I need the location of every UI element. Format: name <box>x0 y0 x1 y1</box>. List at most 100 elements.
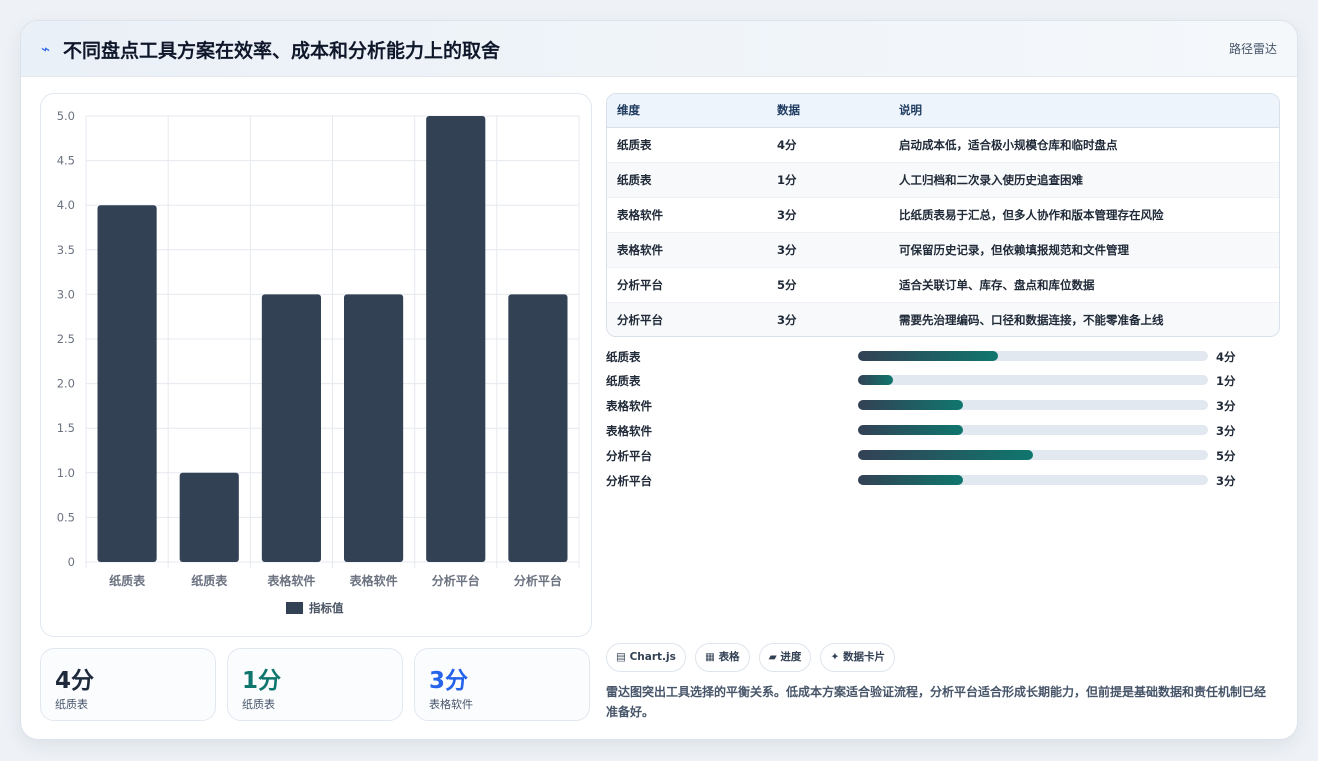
progress-label: 纸质表 <box>606 350 641 364</box>
cell-data: 3分 <box>767 232 889 268</box>
kpi-value: 4分 <box>55 668 95 694</box>
x-tick-label: 分析平台 <box>432 573 480 588</box>
progress-row: 分析平台 5分 <box>606 445 1246 465</box>
legend-label: 指标值 <box>309 601 344 615</box>
progress-track <box>858 400 1208 410</box>
progress-row: 纸质表 1分 <box>606 370 1246 390</box>
cell-description: 比纸质表易于汇总，但多人协作和版本管理存在风险 <box>889 197 1279 233</box>
progress-value: 3分 <box>1216 399 1236 413</box>
progress-value: 3分 <box>1216 424 1236 438</box>
cell-dimension: 表格软件 <box>607 197 767 233</box>
chip-data-card[interactable]: ✦ 数据卡片 <box>820 643 895 672</box>
bar <box>179 472 239 562</box>
cell-description: 启动成本低，适合极小规模仓库和临时盘点 <box>889 127 1279 163</box>
progress-fill <box>858 475 963 485</box>
progress-row: 纸质表 4分 <box>606 346 1246 366</box>
progress-track <box>858 425 1208 435</box>
table-row: 纸质表 4分 启动成本低，适合极小规模仓库和临时盘点 <box>607 127 1279 163</box>
summary-note: 雷达图突出工具选择的平衡关系。低成本方案适合验证流程，分析平台适合形成长期能力，… <box>606 685 1267 719</box>
table-row: 分析平台 5分 适合关联订单、库存、盘点和库位数据 <box>607 267 1279 303</box>
cell-data: 5分 <box>767 267 889 303</box>
cell-data: 1分 <box>767 162 889 198</box>
chip-label: Chart.js <box>629 651 676 663</box>
progress-track <box>858 475 1208 485</box>
progress-label: 分析平台 <box>606 474 652 488</box>
x-tick-label: 表格软件 <box>266 573 315 588</box>
chip-label: 数据卡片 <box>842 651 885 663</box>
progress-value: 1分 <box>1216 374 1236 388</box>
progress-value: 3分 <box>1216 474 1236 488</box>
chip-chartjs[interactable]: ▤ Chart.js <box>606 643 686 672</box>
kpi-label: 纸质表 <box>242 698 275 711</box>
page-title: 不同盘点工具方案在效率、成本和分析能力上的取舍 <box>63 40 501 62</box>
y-tick-label: 2.5 <box>57 332 75 346</box>
cell-dimension: 分析平台 <box>607 267 767 303</box>
kpi-value: 1分 <box>242 668 282 694</box>
column-header: 维度 <box>607 94 767 128</box>
kpi-value: 3分 <box>429 668 469 694</box>
header: ⌁ 不同盘点工具方案在效率、成本和分析能力上的取舍 路径雷达 <box>21 21 1297 77</box>
chip-table[interactable]: ▦ 表格 <box>694 643 750 672</box>
data-table-panel: 维度 数据 说明 纸质表 4分 启动成本低，适合极小规模仓库和临时盘点 纸质表 … <box>606 93 1280 337</box>
progress-label: 纸质表 <box>606 374 641 388</box>
y-tick-label: 3.5 <box>57 243 75 257</box>
chip-label: 表格 <box>718 651 740 663</box>
table-row: 分析平台 3分 需要先治理编码、口径和数据连接，不能零准备上线 <box>607 302 1279 336</box>
cell-data: 4分 <box>767 127 889 163</box>
progress-track <box>858 375 1208 385</box>
bar <box>344 294 404 562</box>
progress-row: 表格软件 3分 <box>606 395 1246 415</box>
table-icon: ▦ <box>704 651 715 663</box>
progress-track <box>858 450 1208 460</box>
sparkle-icon: ✦ <box>830 651 840 663</box>
y-tick-label: 5.0 <box>57 109 75 123</box>
progress-value: 5分 <box>1216 449 1236 463</box>
cell-data: 3分 <box>767 197 889 233</box>
progress-label: 分析平台 <box>606 449 652 463</box>
cell-dimension: 分析平台 <box>617 312 663 327</box>
kpi-card-2: 1分 纸质表 <box>227 648 403 721</box>
table-row: 表格软件 3分 可保留历史记录，但依赖填报规范和文件管理 <box>607 232 1279 268</box>
cell-dimension: 纸质表 <box>607 162 767 198</box>
progress-fill <box>858 375 893 385</box>
bar <box>261 294 321 562</box>
header-tag: 路径雷达 <box>1228 42 1277 56</box>
x-tick-label: 表格软件 <box>349 573 398 588</box>
cell-description: 可保留历史记录，但依赖填报规范和文件管理 <box>889 232 1279 268</box>
y-tick-label: 3.0 <box>57 287 75 301</box>
table-row: 表格软件 3分 比纸质表易于汇总，但多人协作和版本管理存在风险 <box>607 197 1279 233</box>
bar <box>426 116 486 562</box>
progress-fill <box>858 400 963 410</box>
y-tick-label: 1.0 <box>57 466 75 480</box>
x-tick-label: 纸质表 <box>109 573 146 588</box>
cell-dimension: 表格软件 <box>607 232 767 268</box>
x-tick-label: 分析平台 <box>514 573 562 588</box>
y-tick-label: 1.5 <box>57 421 75 435</box>
cell-description: 人工归档和二次录入使历史追查困难 <box>889 162 1279 198</box>
table-row: 纸质表 1分 人工归档和二次录入使历史追查困难 <box>607 162 1279 198</box>
bar-chart: 0 0.5 1.0 1.5 2.0 2.5 3.0 3.5 4.0 4.5 5.0 纸质表 纸质表 表格软… <box>57 109 580 615</box>
kpi-card-1: 4分 纸质表 <box>40 648 216 721</box>
progress-label: 表格软件 <box>606 424 652 438</box>
bar <box>97 205 157 562</box>
progress-row: 分析平台 3分 <box>606 470 1246 490</box>
progress-fill <box>858 450 1033 460</box>
cell-data: 3分 <box>777 312 797 327</box>
cell-dimension: 纸质表 <box>607 127 767 163</box>
chart-icon: ▤ <box>616 651 626 663</box>
progress-fill <box>858 425 963 435</box>
legend-swatch <box>286 602 303 614</box>
progress-row: 表格软件 3分 <box>606 420 1246 440</box>
column-header: 说明 <box>889 94 1279 128</box>
data-table: 维度 数据 说明 纸质表 4分 启动成本低，适合极小规模仓库和临时盘点 纸质表 … <box>607 94 1279 336</box>
bar-chart-panel: 0 0.5 1.0 1.5 2.0 2.5 3.0 3.5 4.0 4.5 5.0 纸质表 纸质表 表格软… <box>40 93 592 637</box>
table-header-row: 维度 数据 说明 <box>607 94 1279 128</box>
chip-group: ▤ Chart.js ▦ 表格 ▰ 进度 ✦ 数据卡片 <box>606 643 899 673</box>
progress-fill <box>858 351 998 361</box>
y-tick-label: 4.5 <box>57 154 75 168</box>
chip-progress[interactable]: ▰ 进度 <box>758 643 812 672</box>
kpi-label: 纸质表 <box>55 698 88 711</box>
cell-description: 需要先治理编码、口径和数据连接，不能零准备上线 <box>899 312 1164 327</box>
y-tick-label: 0.5 <box>57 510 75 524</box>
y-tick-label: 2.0 <box>57 377 75 391</box>
